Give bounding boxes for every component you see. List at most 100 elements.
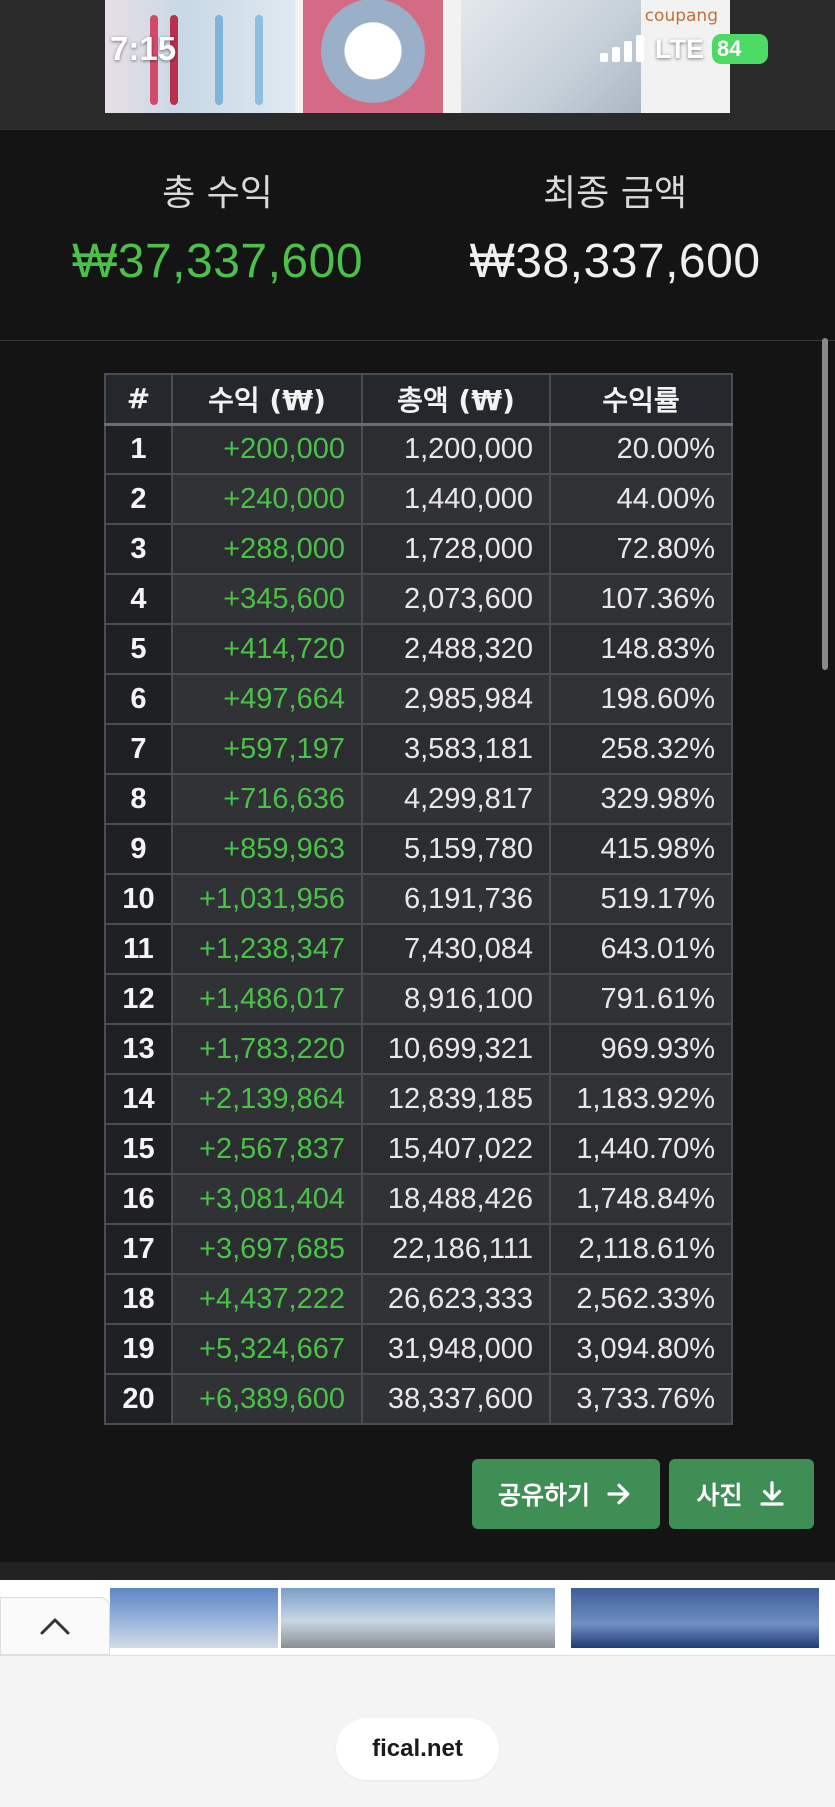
profit-cell: +414,720	[171, 623, 363, 675]
rate-cell: 107.36%	[549, 573, 733, 625]
rate-cell: 2,562.33%	[549, 1273, 733, 1325]
total-profit-label: 총 수익	[162, 173, 273, 214]
row-number-cell: 4	[104, 573, 173, 625]
column-header-profit: 수익 (₩)	[171, 373, 363, 426]
result-summary: 총 수익 ₩37,337,600 최종 금액 ₩38,337,600	[0, 131, 835, 341]
table-row: 14 +2,139,864 12,839,185 1,183.92%	[104, 1073, 733, 1125]
total-cell: 2,985,984	[361, 673, 551, 725]
ad-thumbnail[interactable]	[110, 1588, 278, 1648]
row-number-cell: 17	[104, 1223, 173, 1275]
table-row: 19 +5,324,667 31,948,000 3,094.80%	[104, 1323, 733, 1375]
rate-cell: 3,733.76%	[549, 1373, 733, 1425]
rate-cell: 329.98%	[549, 773, 733, 825]
table-row: 10 +1,031,956 6,191,736 519.17%	[104, 873, 733, 925]
row-number-cell: 5	[104, 623, 173, 675]
profit-cell: +345,600	[171, 573, 363, 625]
column-header-rate: 수익률	[549, 373, 733, 426]
profit-cell: +1,783,220	[171, 1023, 363, 1075]
ad-image-strip[interactable]: coupang	[105, 0, 730, 113]
table-row: 5 +414,720 2,488,320 148.83%	[104, 623, 733, 675]
total-cell: 38,337,600	[361, 1373, 551, 1425]
collapse-ad-button[interactable]	[0, 1597, 110, 1655]
total-cell: 26,623,333	[361, 1273, 551, 1325]
profit-cell: +4,437,222	[171, 1273, 363, 1325]
table-row: 12 +1,486,017 8,916,100 791.61%	[104, 973, 733, 1025]
row-number-cell: 10	[104, 873, 173, 925]
profit-cell: +240,000	[171, 473, 363, 525]
arrow-right-icon	[607, 1483, 630, 1505]
top-ad-banner[interactable]: coupang	[0, 0, 835, 130]
rate-cell: 2,118.61%	[549, 1223, 733, 1275]
table-row: 1 +200,000 1,200,000 20.00%	[104, 423, 733, 475]
ad-product-image	[303, 0, 443, 113]
browser-toolbar: fical.net	[0, 1655, 835, 1807]
total-cell: 18,488,426	[361, 1173, 551, 1225]
table-row: 17 +3,697,685 22,186,111 2,118.61%	[104, 1223, 733, 1275]
total-cell: 3,583,181	[361, 723, 551, 775]
address-bar[interactable]: fical.net	[336, 1718, 499, 1780]
compound-table-container: # 수익 (₩) 총액 (₩) 수익률 1 +200,000 1,200,000 20…	[104, 373, 733, 1425]
rate-cell: 1,183.92%	[549, 1073, 733, 1125]
divider	[0, 1562, 835, 1580]
chevron-up-icon	[40, 1618, 70, 1635]
total-profit-block: 총 수익 ₩37,337,600	[55, 164, 380, 289]
table-row: 8 +716,636 4,299,817 329.98%	[104, 773, 733, 825]
row-number-cell: 2	[104, 473, 173, 525]
profit-cell: +3,081,404	[171, 1173, 363, 1225]
total-cell: 10,699,321	[361, 1023, 551, 1075]
total-cell: 12,839,185	[361, 1073, 551, 1125]
table-row: 16 +3,081,404 18,488,426 1,748.84%	[104, 1173, 733, 1225]
profit-cell: +288,000	[171, 523, 363, 575]
ad-thumbnail[interactable]	[571, 1588, 819, 1648]
rate-cell: 20.00%	[549, 423, 733, 475]
column-header-number: #	[104, 373, 173, 426]
save-photo-button[interactable]: 사진	[669, 1459, 814, 1529]
bottom-ad-banner[interactable]	[0, 1580, 835, 1655]
rate-cell: 1,748.84%	[549, 1173, 733, 1225]
profit-cell: +859,963	[171, 823, 363, 875]
table-row: 4 +345,600 2,073,600 107.36%	[104, 573, 733, 625]
ad-product-image	[461, 0, 641, 113]
profit-cell: +597,197	[171, 723, 363, 775]
total-cell: 6,191,736	[361, 873, 551, 925]
column-header-total: 총액 (₩)	[361, 373, 551, 426]
total-cell: 1,728,000	[361, 523, 551, 575]
total-cell: 22,186,111	[361, 1223, 551, 1275]
row-number-cell: 18	[104, 1273, 173, 1325]
share-button[interactable]: 공유하기	[472, 1459, 660, 1529]
scrollbar[interactable]	[822, 338, 828, 670]
table-row: 11 +1,238,347 7,430,084 643.01%	[104, 923, 733, 975]
profit-cell: +1,238,347	[171, 923, 363, 975]
total-cell: 5,159,780	[361, 823, 551, 875]
row-number-cell: 15	[104, 1123, 173, 1175]
row-number-cell: 16	[104, 1173, 173, 1225]
table-row: 15 +2,567,837 15,407,022 1,440.70%	[104, 1123, 733, 1175]
table-row: 2 +240,000 1,440,000 44.00%	[104, 473, 733, 525]
total-cell: 1,200,000	[361, 423, 551, 475]
row-number-cell: 11	[104, 923, 173, 975]
final-amount-block: 최종 금액 ₩38,337,600	[445, 164, 785, 289]
total-cell: 31,948,000	[361, 1323, 551, 1375]
download-icon	[759, 1481, 784, 1506]
profit-cell: +2,567,837	[171, 1123, 363, 1175]
total-cell: 2,073,600	[361, 573, 551, 625]
row-number-cell: 3	[104, 523, 173, 575]
compound-table: # 수익 (₩) 총액 (₩) 수익률 1 +200,000 1,200,000 20…	[104, 373, 733, 1425]
coupang-logo: coupang	[644, 6, 718, 26]
row-number-cell: 13	[104, 1023, 173, 1075]
final-amount-value: ₩38,337,600	[469, 235, 761, 288]
table-row: 13 +1,783,220 10,699,321 969.93%	[104, 1023, 733, 1075]
ad-thumbnail[interactable]	[281, 1588, 555, 1648]
rate-cell: 969.93%	[549, 1023, 733, 1075]
rate-cell: 791.61%	[549, 973, 733, 1025]
row-number-cell: 20	[104, 1373, 173, 1425]
row-number-cell: 14	[104, 1073, 173, 1125]
profit-cell: +3,697,685	[171, 1223, 363, 1275]
rate-cell: 415.98%	[549, 823, 733, 875]
row-number-cell: 12	[104, 973, 173, 1025]
rate-cell: 519.17%	[549, 873, 733, 925]
total-cell: 1,440,000	[361, 473, 551, 525]
rate-cell: 148.83%	[549, 623, 733, 675]
rate-cell: 3,094.80%	[549, 1323, 733, 1375]
table-row: 20 +6,389,600 38,337,600 3,733.76%	[104, 1373, 733, 1425]
